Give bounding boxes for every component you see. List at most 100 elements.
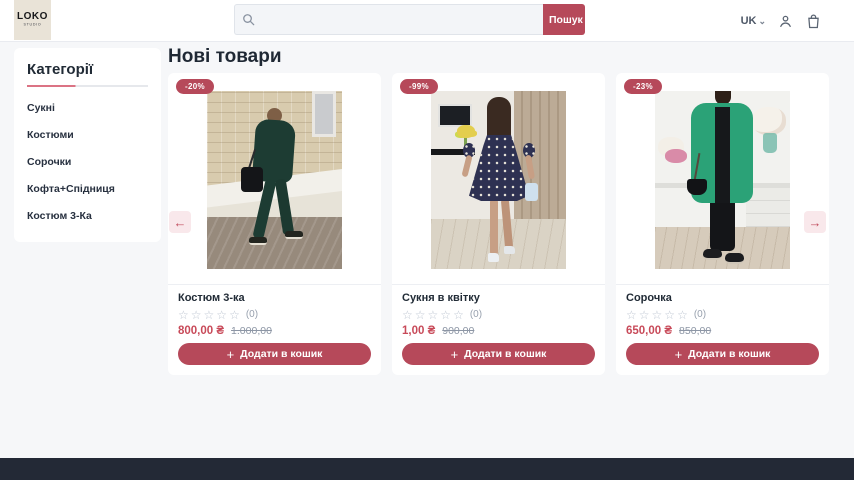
photo-shoe: [249, 237, 267, 245]
old-price: 1.000,00: [231, 325, 272, 337]
price-row: 800,00 ₴ 1.000,00: [178, 325, 371, 337]
photo-leggings: [710, 203, 735, 251]
current-price: 800,00 ₴: [178, 325, 224, 337]
logo-subtitle: STUDIO: [24, 23, 42, 27]
photo-pavement: [207, 217, 342, 269]
add-to-cart-button[interactable]: + Додати в кошик: [178, 343, 371, 365]
search-input[interactable]: [234, 4, 543, 35]
photo-vase: [763, 133, 777, 153]
product-media: [392, 73, 605, 285]
photo-flowers: [665, 149, 687, 163]
language-selector[interactable]: UK ⌄: [741, 15, 766, 27]
add-to-cart-button[interactable]: + Додати в кошик: [626, 343, 819, 365]
search-box: [234, 4, 543, 35]
photo-bag: [241, 167, 263, 192]
product-card: -23% Сорочка ☆ ☆ ☆ ☆ ☆ (0) 650,00 ₴ 850,…: [616, 73, 829, 375]
photo-tv: [438, 104, 472, 127]
logo[interactable]: LOKO STUDIO: [14, 0, 51, 40]
product-name[interactable]: Костюм 3-ка: [178, 292, 371, 304]
product-name[interactable]: Сукня в квітку: [402, 292, 595, 304]
product-card: -99% Сукня в квітку ☆ ☆ ☆ ☆ ☆ (0) 1,00 ₴…: [392, 73, 605, 375]
photo-leg: [490, 199, 498, 255]
page-title: Нові товари: [168, 48, 840, 66]
discount-badge: -20%: [176, 79, 214, 94]
product-image: [207, 91, 342, 269]
price-row: 1,00 ₴ 900,00: [402, 325, 595, 337]
photo-window: [312, 91, 336, 137]
carousel-next-button[interactable]: →: [804, 211, 826, 233]
rating-row: ☆ ☆ ☆ ☆ ☆ (0): [402, 309, 595, 321]
sidebar-item-sukni[interactable]: Сукні: [27, 102, 148, 114]
search-icon: [242, 13, 255, 26]
product-media: [616, 73, 829, 285]
sidebar-item-kostiumy[interactable]: Костюми: [27, 129, 148, 141]
site-header: LOKO STUDIO Пошук UK ⌄: [0, 0, 854, 42]
product-name[interactable]: Сорочка: [626, 292, 819, 304]
photo-bag: [525, 183, 538, 201]
plus-icon: +: [675, 348, 683, 361]
language-label: UK: [741, 15, 757, 27]
cart-icon[interactable]: [805, 13, 822, 30]
sidebar-item-sorochky[interactable]: Сорочки: [27, 156, 148, 168]
star-icon: ☆: [639, 309, 650, 321]
discount-badge: -23%: [624, 79, 662, 94]
old-price: 850,00: [679, 325, 711, 337]
review-count: (0): [694, 309, 706, 321]
add-to-cart-button[interactable]: + Додати в кошик: [402, 343, 595, 365]
star-icon: ☆: [178, 309, 189, 321]
photo-wood-panel: [514, 91, 566, 219]
review-count: (0): [470, 309, 482, 321]
product-info: Сукня в квітку ☆ ☆ ☆ ☆ ☆ (0) 1,00 ₴ 900,…: [392, 285, 605, 375]
star-icon: ☆: [229, 309, 240, 321]
search-button[interactable]: Пошук: [543, 4, 585, 35]
star-icon: ☆: [626, 309, 637, 321]
current-price: 1,00 ₴: [402, 325, 435, 337]
rating-row: ☆ ☆ ☆ ☆ ☆ (0): [626, 309, 819, 321]
rating-row: ☆ ☆ ☆ ☆ ☆ (0): [178, 309, 371, 321]
product-info: Костюм 3-ка ☆ ☆ ☆ ☆ ☆ (0) 800,00 ₴ 1.000…: [168, 285, 381, 375]
old-price: 900,00: [442, 325, 474, 337]
review-count: (0): [246, 309, 258, 321]
arrow-left-icon: ←: [174, 216, 187, 229]
photo-inner-top: [715, 107, 730, 203]
star-icon: ☆: [677, 309, 688, 321]
photo-shoe: [285, 231, 303, 239]
star-icon: ☆: [440, 309, 451, 321]
discount-badge: -99%: [400, 79, 438, 94]
star-icon: ☆: [428, 309, 439, 321]
product-image: [431, 91, 566, 269]
sidebar-item-kostium-3ka[interactable]: Костюм 3-Ка: [27, 210, 148, 222]
page-footer: [0, 458, 854, 480]
add-to-cart-label: Додати в кошик: [688, 348, 770, 360]
logo-title: LOKO: [17, 12, 48, 22]
add-to-cart-label: Додати в кошик: [240, 348, 322, 360]
photo-bag: [687, 179, 707, 195]
photo-heel: [488, 253, 499, 262]
product-image: [655, 91, 790, 269]
categories-sidebar: Категорії Сукні Костюми Сорочки Кофта+Сп…: [14, 48, 161, 242]
photo-heel: [504, 246, 515, 254]
star-icon: ☆: [415, 309, 426, 321]
photo-shoe: [703, 249, 722, 260]
current-price: 650,00 ₴: [626, 325, 672, 337]
sidebar-title: Категорії: [27, 61, 148, 78]
add-to-cart-label: Додати в кошик: [464, 348, 546, 360]
star-icon: ☆: [652, 309, 663, 321]
user-account-icon[interactable]: [777, 13, 794, 30]
page-content: Категорії Сукні Костюми Сорочки Кофта+Сп…: [0, 42, 854, 458]
photo-flowers: [457, 125, 475, 138]
product-info: Сорочка ☆ ☆ ☆ ☆ ☆ (0) 650,00 ₴ 850,00: [616, 285, 829, 375]
products-carousel: -20% Костюм 3-ка ☆ ☆ ☆ ☆ ☆ (0) 800,00 ₴ …: [168, 73, 840, 375]
sidebar-title-underline: [27, 85, 148, 87]
photo-floor: [431, 219, 566, 269]
header-actions: UK ⌄: [741, 0, 822, 42]
main-section: Нові товари: [168, 48, 840, 375]
star-icon: ☆: [191, 309, 202, 321]
star-icon: ☆: [204, 309, 215, 321]
sidebar-item-kofta-spidnytsia[interactable]: Кофта+Спідниця: [27, 183, 148, 195]
search-bar: Пошук: [234, 4, 585, 35]
carousel-prev-button[interactable]: ←: [169, 211, 191, 233]
plus-icon: +: [227, 348, 235, 361]
chevron-down-icon: ⌄: [758, 16, 766, 27]
plus-icon: +: [451, 348, 459, 361]
